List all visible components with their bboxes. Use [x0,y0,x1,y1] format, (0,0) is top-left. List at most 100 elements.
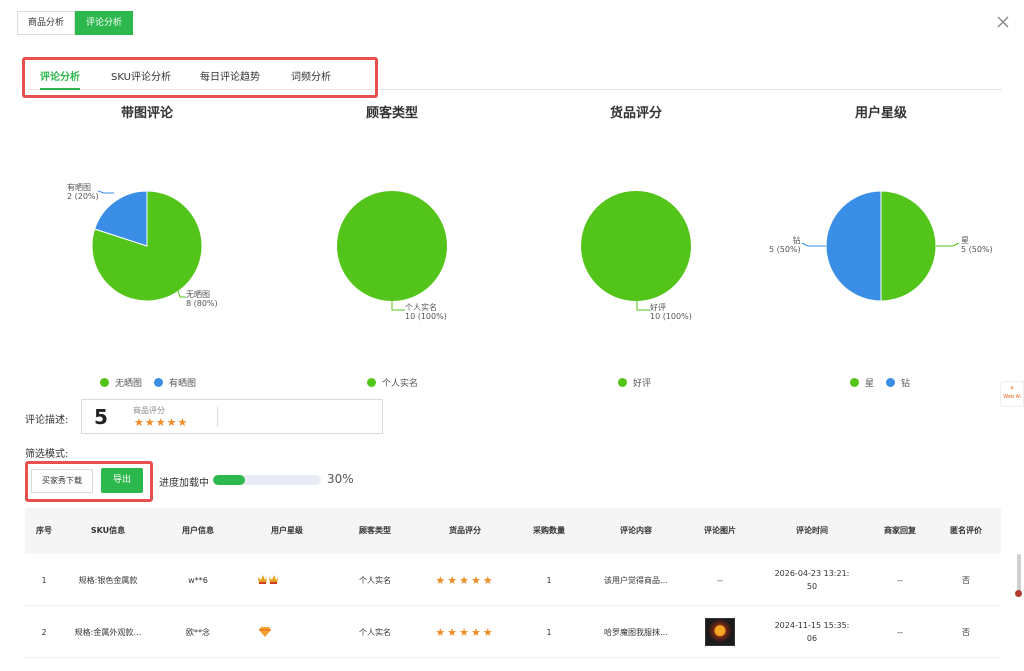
review-thumbnail[interactable] [705,618,735,646]
pie-label-name: 星 [961,236,969,245]
cell-anonymous: 否 [962,627,970,637]
col-header-sku: SKU信息 [90,526,126,535]
pie-label-name: 好评 [650,303,666,312]
cell-sku: 规格:金属外观款… [74,627,142,637]
cell-index: 1 [41,575,47,585]
buyer-show-download-button[interactable]: 买家秀下载 [31,469,93,493]
table-header: 序号 SKU信息 用户信息 用户星级 顾客类型 货品评分 采购数量 评论内容 评… [25,508,1001,554]
star-icon: ★ [447,573,458,587]
rating-score-label: 商品评分 [133,406,165,415]
cell-qty: 1 [546,627,552,637]
pie-label-positive: 好评 10 (100%) [650,303,692,321]
cell-content[interactable]: 该用户觉得商品… [587,554,685,606]
cell-qty: 1 [546,575,552,585]
pie-label-value: 2 (20%) [67,192,99,201]
time-text: 06 [806,634,818,643]
row-rating-stars: ★ ★ ★ ★ ★ [435,627,494,638]
cell-rating: ★ ★ ★ ★ ★ [419,606,511,658]
col-header-user: 用户信息 [182,526,214,535]
legend-item[interactable]: 个人实名 [367,376,418,389]
col-header-level: 用户星级 [271,526,303,535]
filter-mode-label: 筛选模式: [25,449,69,460]
legend-item[interactable]: 无晒图 [100,376,142,389]
cell-customer-type: 个人实名 [359,627,391,637]
diamond-icon [243,606,287,658]
rating-stars: ★ ★ ★ ★ ★ [134,417,188,428]
side-badge-text: Web AI [1003,394,1021,400]
star-icon: ★ [482,625,493,639]
star-icon: ★ [470,573,481,587]
legend-label: 无晒图 [115,379,143,389]
pie-label-value: 10 (100%) [650,312,692,321]
pie-label-value: 8 (80%) [186,299,218,308]
progress-fill [213,475,246,485]
rating-summary-box: 5 商品评分 ★ ★ ★ ★ ★ [81,399,383,434]
legend-item[interactable]: 星 [850,376,874,389]
star-icon: ★ [459,625,469,639]
star-icon: ★ [482,573,493,587]
legend-item[interactable]: 好评 [618,376,651,389]
star-icon: ★ [144,416,155,429]
legend-label: 钻 [901,379,911,389]
review-table: 序号 SKU信息 用户信息 用户星级 顾客类型 货品评分 采购数量 评论内容 评… [25,508,1001,658]
alibaba-logo-icon: a [1010,385,1014,391]
progress-bar [213,475,321,485]
star-icon: ★ [470,625,481,639]
star-icon: ★ [166,416,177,429]
cell-reply: -- [897,575,903,585]
star-icon: ★ [447,625,458,639]
progress-percent: 30% [327,472,354,486]
star-icon: ★ [177,416,188,429]
legend-item[interactable]: 钻 [886,376,910,389]
col-header-index: 序号 [36,526,52,535]
progress-label: 进度加载中 [159,478,209,489]
cell-image [685,606,755,658]
legend-photo-review: 无晒图 有晒图 [100,376,208,389]
star-icon: ★ [435,625,446,639]
cell-image: -- [717,575,723,585]
pie-label-name: 个人实名 [405,303,437,312]
cell-index: 2 [41,627,47,637]
legend-dot [367,378,376,387]
scrollbar-thumb[interactable] [1015,590,1022,597]
table-row[interactable]: 1 规格:银色金属款 w**6 个人实名 ★ ★ ★ ★ ★ 1 该用户觉得商品… --… [25,554,1001,606]
col-header-qty: 采购数量 [533,526,565,535]
scrollbar-track[interactable] [1017,554,1021,594]
pie-label-diamond: 钻5 (50%) [769,236,801,254]
cell-reply: -- [897,627,903,637]
col-header-time: 评论时间 [796,526,828,535]
pie-label-name: 有晒图 [67,183,91,192]
time-text: 50 [806,582,818,591]
star-icon: ★ [155,416,166,429]
legend-dot [154,378,164,387]
star-icon: ★ [134,416,144,429]
review-analysis-modal: 商品分析 评论分析 评论分析 SKU评论分析 每日评论趋势 词频分析 带图评论 … [0,0,1024,671]
pie-label-has-photo: 有晒图 2 (20%) [67,183,99,201]
pie-label-value: 5 (50%) [769,245,801,254]
legend-customer-type: 个人实名 [367,376,430,389]
star-icon: ★ [459,573,469,587]
legend-label: 有晒图 [169,379,197,389]
side-ai-badge[interactable]: a Web AI [1000,381,1024,407]
col-header-anonymous: 匿名评价 [950,526,982,535]
rating-score: 5 [94,405,108,429]
pie-label-no-photo: 无晒图 8 (80%) [186,290,218,308]
time-text: 2024-11-15 15:35: [774,621,850,630]
col-header-customer-type: 顾客类型 [359,526,391,535]
star-icon: ★ [435,573,446,587]
legend-user-level: 星 钻 [850,376,922,389]
col-header-reply: 商家回复 [884,526,916,535]
legend-item[interactable]: 有晒图 [154,376,196,389]
time-text: 2026-04-23 13:21: [774,569,850,578]
cell-rating: ★ ★ ★ ★ ★ [419,554,511,606]
cell-user: w**6 [188,575,208,585]
legend-label: 星 [865,379,875,389]
crown-star-icon [243,554,293,606]
pie-label-personal: 个人实名 10 (100%) [405,303,447,321]
export-button[interactable]: 导出 [101,468,143,493]
col-header-image: 评论图片 [704,526,736,535]
cell-content[interactable]: 哈罗魔图我服抹… [587,606,685,658]
pie-label-value: 5 (50%) [961,245,993,254]
table-row[interactable]: 2 规格:金属外观款… 欧**念 个人实名 ★ ★ ★ ★ ★ 1 哈罗魔图我服抹… 2… [25,606,1001,658]
pie-label-star: 星5 (50%) [961,236,993,254]
